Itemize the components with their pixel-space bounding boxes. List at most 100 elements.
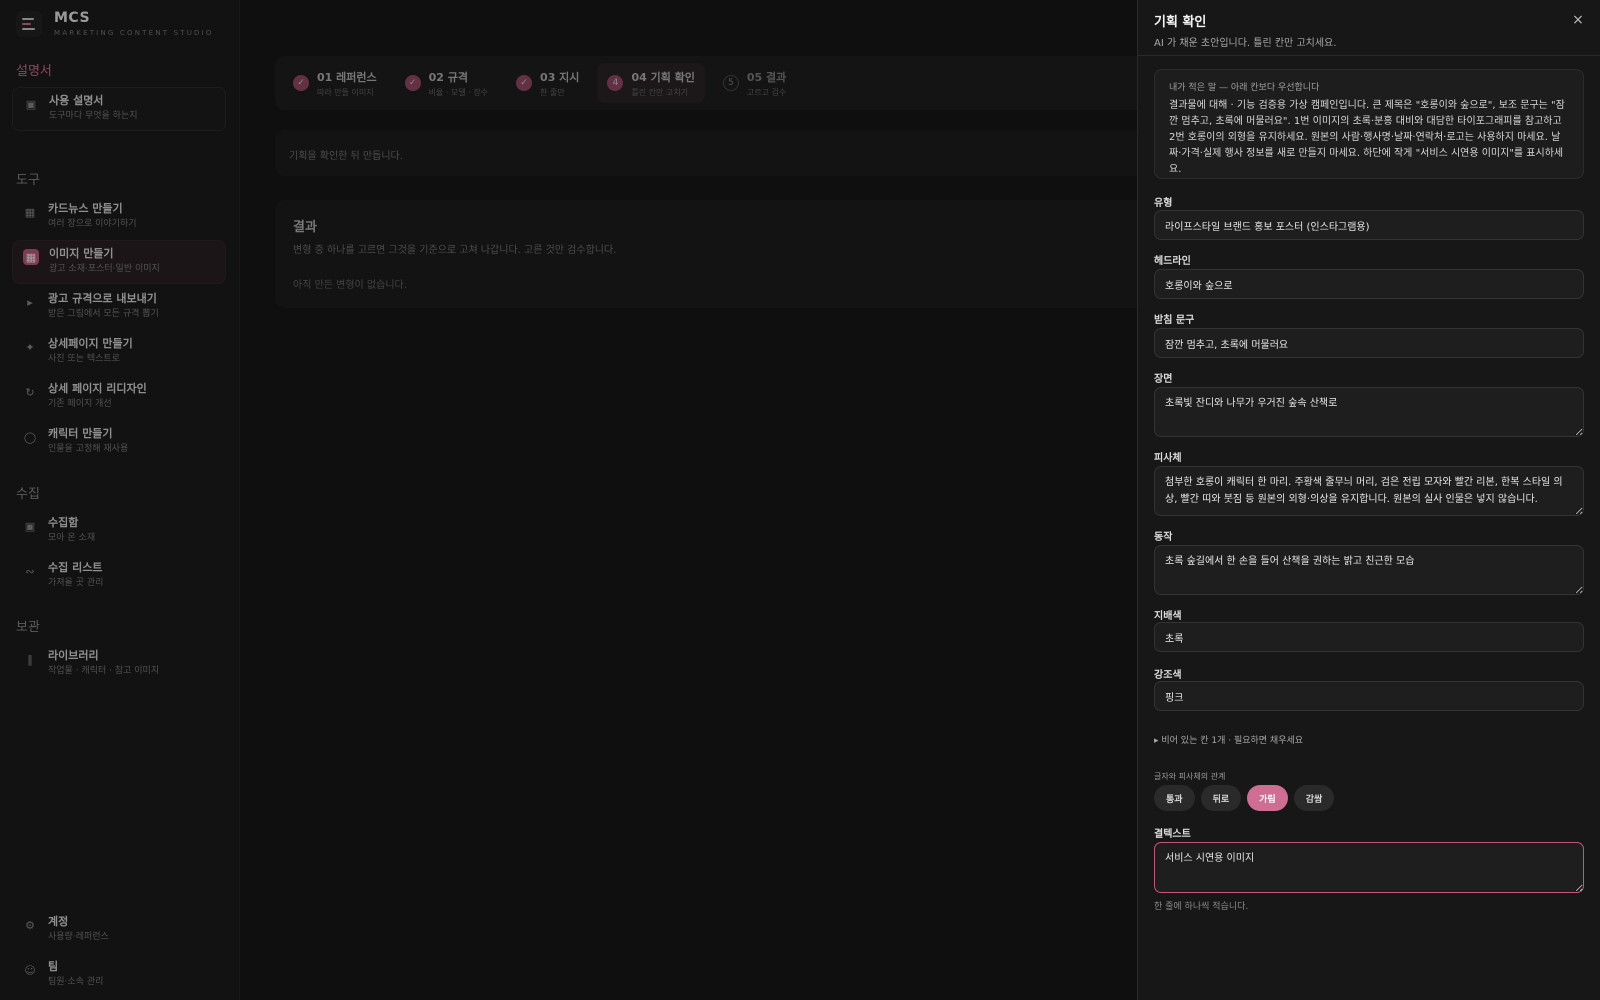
nav-label: 계정 (48, 915, 69, 928)
plan-review-drawer: 기획 확인 AI 가 채운 초안입니다. 틀린 칸만 고치세요. × 내가 적은… (1137, 0, 1600, 1000)
type-label: 유형 (1154, 198, 1173, 209)
nav-sub: 사용량·레퍼런스 (48, 932, 109, 942)
brand-name: MCS (54, 10, 91, 26)
person-icon: ◯ (23, 430, 37, 444)
must-text-helper: 한 줄에 하나씩 적습니다. (1154, 902, 1249, 912)
nav-sub: 받은 그림에서 모든 규격 뽑기 (48, 309, 159, 319)
type-field[interactable] (1154, 210, 1584, 240)
empty-fields-expander[interactable]: ▸ 비어 있는 칸 1개 · 필요하면 채우세요 (1154, 733, 1303, 746)
step-sub: 고르고 검수 (746, 87, 787, 97)
sidebar: MCS MARKETING CONTENT STUDIO 설명서 ▣ 사용 설명… (0, 0, 240, 1000)
gear-icon: ⚙ (25, 918, 35, 932)
step-title: 04 기획 확인 (631, 70, 695, 84)
step-title: 05 결과 (746, 70, 787, 84)
section-title-archive: 보관 (16, 620, 40, 635)
nav-label: 광고 규격으로 내보내기 (48, 292, 157, 305)
nav-sub: 모아 온 소재 (48, 533, 96, 543)
headline-field[interactable] (1154, 269, 1584, 299)
notice-bar: 기획을 확인한 뒤 만듭니다. (275, 130, 1275, 176)
relation-chip-behind[interactable]: 뒤로 (1200, 785, 1242, 811)
step-sub: 따라 만들 이미지 (317, 87, 374, 97)
menu-logo-icon (16, 10, 42, 37)
megaphone-icon: ▸ (27, 295, 33, 309)
nav-sub: 여러 장으로 이야기하기 (48, 219, 137, 229)
scene-field[interactable]: 초록빛 잔디와 나무가 우거진 숲속 산책로 (1154, 387, 1584, 437)
step-title: 02 규격 (428, 70, 469, 84)
sparkle-icon: ✦ (25, 340, 35, 354)
result-title: 결과 (293, 220, 317, 235)
sidebar-item-guide[interactable]: ▣ 사용 설명서 도구마다 무엇을 하는지 (12, 87, 226, 131)
step-title: 01 레퍼런스 (317, 70, 377, 84)
result-description: 변형 중 하나를 고르면 그것을 기준으로 고쳐 나갑니다. 고른 것만 검수합… (293, 245, 617, 256)
step-5[interactable]: 5 05 결과 고르고 검수 (713, 63, 796, 103)
nav-sub: 인물을 고정해 재사용 (48, 444, 129, 454)
nav-label: 팀 (48, 960, 59, 973)
nav-label: 라이브러리 (48, 649, 99, 662)
nav-label: 카드뉴스 만들기 (48, 202, 123, 215)
sidebar-item-collect-list[interactable]: ∾ 수집 리스트가져올 곳 관리 (12, 555, 226, 599)
section-title-tools: 도구 (16, 173, 40, 188)
sidebar-item-detail[interactable]: ✦ 상세페이지 만들기 사진 또는 텍스트로 (12, 331, 226, 375)
sidebar-item-library[interactable]: ‖ 라이브러리 작업물 · 캐릭터 · 참고 이미지 (12, 643, 226, 687)
must-text-field[interactable]: 서비스 시연용 이미지 (1154, 842, 1584, 893)
step-sub: 비율 · 모델 · 장수 (428, 87, 489, 97)
sidebar-item-image[interactable]: ▦ 이미지 만들기 광고 소재·포스터·일반 이미지 (12, 240, 226, 284)
check-icon: ✓ (404, 75, 421, 91)
nav-label: 상세페이지 만들기 (48, 337, 133, 350)
nav-label: 수집 리스트 (48, 561, 103, 574)
result-panel: 결과 변형 중 하나를 고르면 그것을 기준으로 고쳐 나갑니다. 고른 것만 … (275, 200, 1275, 308)
step-4[interactable]: 4 04 기획 확인 틀린 칸만 고치기 (597, 63, 705, 103)
memo-label: 내가 적은 말 — 아래 칸보다 우선합니다 (1169, 83, 1320, 93)
sidebar-item-inbox[interactable]: ▣ 수집함 모아 온 소재 (12, 510, 226, 554)
nav-sub: 가져올 곳 관리 (48, 578, 104, 588)
nav-label: 이미지 만들기 (49, 247, 114, 260)
accent-color-field[interactable] (1154, 681, 1584, 711)
relation-chip-group: 통과 뒤로 가림 감쌈 (1154, 785, 1335, 811)
relation-chip-wrap[interactable]: 감쌈 (1293, 785, 1335, 811)
sidebar-item-redesign[interactable]: ↻ 상세 페이지 리디자인 기존 페이지 개선 (12, 376, 226, 420)
section-title-guide: 설명서 (16, 64, 52, 79)
relation-chip-cover[interactable]: 가림 (1247, 785, 1288, 811)
result-empty-state: 아직 만든 변형이 없습니다. (293, 280, 407, 291)
text-subject-relation-label: 글자와 피사체의 관계 (1154, 772, 1226, 781)
rss-icon: ∾ (25, 564, 35, 578)
sidebar-item-team[interactable]: ☺ 팀 팀원·소속 관리 (12, 954, 226, 998)
brand[interactable]: MCS MARKETING CONTENT STUDIO (16, 10, 214, 37)
section-title-collect: 수집 (16, 487, 40, 502)
support-copy-field[interactable] (1154, 328, 1584, 358)
team-icon: ☺ (24, 963, 36, 977)
sidebar-item-account[interactable]: ⚙ 계정사용량·레퍼런스 (12, 909, 226, 953)
step-title: 03 지시 (540, 70, 580, 84)
sidebar-item-character[interactable]: ◯ 캐릭터 만들기인물을 고정해 재사용 (12, 421, 226, 465)
step-3[interactable]: ✓ 03 지시한 줄만 (506, 63, 589, 103)
dominant-color-label: 지배색 (1154, 611, 1182, 622)
action-label: 동작 (1154, 532, 1173, 543)
book-icon: ▣ (25, 97, 37, 111)
check-icon: ✓ (293, 75, 309, 91)
drawer-header: 기획 확인 AI 가 채운 초안입니다. 틀린 칸만 고치세요. × (1138, 0, 1600, 56)
close-icon[interactable]: × (1570, 12, 1586, 28)
sidebar-item-cardnews[interactable]: ▦ 카드뉴스 만들기여러 장으로 이야기하기 (12, 196, 226, 240)
scene-label: 장면 (1154, 374, 1173, 385)
inbox-icon: ▣ (24, 519, 36, 533)
drawer-title: 기획 확인 (1154, 15, 1207, 30)
step-1[interactable]: ✓ 01 레퍼런스따라 만들 이미지 (283, 63, 387, 103)
subject-field[interactable]: 첨부한 호롱이 캐릭터 한 마리. 주황색 줄무늬 머리, 검은 전립 모자와 … (1154, 466, 1584, 516)
nav-label: 상세 페이지 리디자인 (48, 382, 147, 395)
step-sub: 한 줄만 (540, 87, 565, 97)
relation-chip-pass[interactable]: 통과 (1154, 785, 1195, 811)
dominant-color-field[interactable] (1154, 622, 1584, 652)
nav-sub: 광고 소재·포스터·일반 이미지 (49, 264, 160, 274)
step-2[interactable]: ✓ 02 규격비율 · 모델 · 장수 (395, 63, 498, 103)
support-copy-label: 받침 문구 (1154, 315, 1195, 326)
nav-label: 캐릭터 만들기 (48, 427, 113, 440)
action-field[interactable]: 초록 숲길에서 한 손을 들어 산책을 권하는 밝고 친근한 모습 (1154, 545, 1584, 595)
sidebar-item-export[interactable]: ▸ 광고 규격으로 내보내기받은 그림에서 모든 규격 뽑기 (12, 286, 226, 330)
brand-subtitle: MARKETING CONTENT STUDIO (54, 29, 214, 37)
nav-sub: 작업물 · 캐릭터 · 참고 이미지 (48, 666, 160, 676)
step-number: 4 (607, 75, 624, 91)
cards-icon: ▦ (24, 205, 36, 219)
check-icon: ✓ (516, 75, 533, 91)
must-text-label: 결텍스트 (1154, 829, 1191, 840)
subject-label: 피사체 (1154, 453, 1182, 464)
